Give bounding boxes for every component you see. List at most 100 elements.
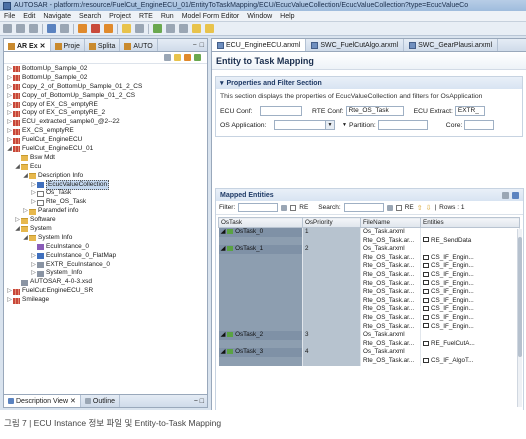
tree-item[interactable]: EcuInstance_0: [4, 243, 207, 252]
pencil-icon[interactable]: [122, 24, 131, 33]
column-header-ospriority[interactable]: OsPriority: [302, 217, 361, 228]
expand-arrow-icon[interactable]: ▷: [6, 83, 13, 92]
next-annotation-icon[interactable]: [166, 24, 175, 33]
refresh-icon[interactable]: [502, 191, 509, 199]
expand-arrow-icon[interactable]: ▷: [30, 198, 37, 207]
table-row[interactable]: Rte_OS_Task.ar... CS_IF_Engin...: [218, 296, 520, 306]
tree-item[interactable]: ▷ Paramdef info: [4, 207, 207, 216]
forward-icon[interactable]: [205, 24, 214, 33]
expand-arrow-icon[interactable]: ▷: [6, 287, 13, 296]
table-row[interactable]: Rte_OS_Task.ar... RE_SendData: [218, 236, 520, 246]
collapse-arrow-icon[interactable]: ◢: [22, 172, 29, 181]
tree-item[interactable]: ▷ FuelCut:EngineECU_SR: [4, 287, 207, 296]
expand-arrow-icon[interactable]: ▷: [22, 207, 29, 216]
collapse-arrow-icon[interactable]: ◢: [22, 234, 29, 243]
view-menu-icon[interactable]: [194, 54, 201, 61]
editor-tab-0[interactable]: ECU_EngineECU.arxml: [212, 39, 307, 51]
minimize-icon[interactable]: −: [193, 42, 197, 49]
tab-autosar[interactable]: AUTO: [120, 39, 158, 51]
ecu-extract-field[interactable]: EXTR_: [454, 106, 485, 116]
table-row[interactable]: Rte_OS_Task.ar... CS_IF_Engin...: [218, 253, 520, 263]
table-row[interactable]: ◢ OsTask_2 3 Os_Task.arxml: [218, 331, 520, 340]
expand-arrow-icon[interactable]: ▷: [6, 74, 13, 83]
collapse-arrow-icon[interactable]: ◢: [221, 348, 228, 355]
build-icon[interactable]: [47, 24, 56, 33]
tree-item[interactable]: ◢ Ecu: [4, 163, 207, 172]
tree-item[interactable]: ▷ BottomUp_Sample_02: [4, 65, 207, 74]
editor-tab-1[interactable]: SWC_FuelCutAlgo.arxml: [306, 39, 405, 51]
table-row[interactable]: Rte_OS_Task.ar... CS_IF_Engin...: [218, 305, 520, 314]
rte-conf-field[interactable]: Rte_OS_Task: [345, 106, 404, 116]
expand-arrow-icon[interactable]: ▷: [30, 261, 37, 270]
partition-field[interactable]: [377, 120, 428, 130]
menu-edit[interactable]: Edit: [23, 13, 35, 20]
collapse-arrow-icon[interactable]: ◢: [14, 163, 21, 172]
close-icon[interactable]: ✕: [40, 42, 46, 50]
chevron-down-icon[interactable]: ▼: [325, 121, 334, 129]
menu-navigate[interactable]: Navigate: [43, 13, 71, 20]
search-options-icon[interactable]: [386, 204, 393, 211]
chevron-down-icon[interactable]: ▼: [342, 122, 347, 128]
tree-item[interactable]: ▷ Copy of EX_CS_emptyRE_2: [4, 109, 207, 118]
filter-input[interactable]: [238, 203, 279, 212]
debug-icon[interactable]: [104, 24, 113, 33]
menu-run[interactable]: Run: [161, 13, 174, 20]
collapse-arrow-icon[interactable]: ◢: [221, 228, 228, 235]
tree-item[interactable]: ▷ Copy_2_of_BottomUp_Sample_01_2_CS: [4, 83, 207, 92]
tree-item[interactable]: ▷ Copy_of_BottomUp_Sample_01_2_CS: [4, 92, 207, 101]
tree-item[interactable]: ▷ FuelCut_EngineECU: [4, 136, 207, 145]
tree-item[interactable]: ▷ BottomUp_Sample_02: [4, 74, 207, 83]
collapse-arrow-icon[interactable]: ◢: [14, 225, 21, 234]
tree-item[interactable]: ▷ Rte_OS_Task: [4, 198, 207, 207]
tree-item[interactable]: ◢ System: [4, 225, 207, 234]
table-row[interactable]: Rte_OS_Task.ar... CS_IF_Engin...: [218, 313, 520, 323]
editor-tab-2[interactable]: SWC_GearPlausi.arxml: [404, 39, 499, 51]
table-row[interactable]: ◢ OsTask_0 1 Os_Task.arxml: [218, 227, 520, 237]
maximize-icon[interactable]: □: [200, 42, 204, 49]
expand-arrow-icon[interactable]: ▷: [6, 136, 13, 145]
scrollbar-thumb[interactable]: [518, 237, 522, 357]
search-input[interactable]: [343, 203, 384, 212]
tree-item[interactable]: ▷ EcucValueCollection: [4, 179, 207, 191]
menu-search[interactable]: Search: [79, 13, 101, 20]
tab-outline[interactable]: Outline: [81, 395, 121, 407]
collapse-arrow-icon[interactable]: ◢: [221, 331, 228, 338]
tree-item[interactable]: ◢ System Info: [4, 234, 207, 243]
ecu-conf-field[interactable]: [260, 106, 302, 116]
expand-arrow-icon[interactable]: ▷: [6, 65, 13, 74]
save-icon[interactable]: [16, 24, 25, 33]
tree-item[interactable]: ▷ System_Info: [4, 269, 207, 278]
task-icon[interactable]: [78, 24, 87, 33]
expand-arrow-icon[interactable]: ▷: [30, 181, 37, 190]
menu-file[interactable]: File: [4, 13, 15, 20]
table-row[interactable]: ◢ OsTask_1 2 Os_Task.arxml: [218, 245, 520, 254]
expand-arrow-icon[interactable]: ▷: [6, 118, 13, 127]
dropdown-icon[interactable]: [135, 24, 144, 33]
annotation-icon[interactable]: [153, 24, 162, 33]
re-checkbox[interactable]: [395, 204, 402, 211]
tree-item[interactable]: ◢ FuelCut_EngineECU_01: [4, 145, 207, 154]
maximize-icon[interactable]: □: [200, 398, 204, 405]
tree-item[interactable]: ▷ Copy of EX_CS_emptyRE: [4, 101, 207, 110]
menu-model-form-editor[interactable]: Model Form Editor: [182, 13, 240, 20]
tab-ar-explorer[interactable]: AR Ex ✕: [4, 39, 51, 51]
filter-icon[interactable]: [184, 54, 191, 61]
expand-arrow-icon[interactable]: ▷: [6, 127, 13, 136]
previous-annotation-icon[interactable]: [179, 24, 188, 33]
export-icon[interactable]: [512, 191, 519, 199]
column-header-filename[interactable]: FileName: [360, 217, 421, 228]
os-application-combo[interactable]: ▼: [274, 120, 335, 130]
tab-project[interactable]: Proje: [51, 39, 85, 51]
tree-item[interactable]: ▷ EcuInstance_0_FlatMap: [4, 252, 207, 261]
search-icon[interactable]: [60, 24, 69, 33]
close-icon[interactable]: ✕: [70, 397, 76, 405]
menu-project[interactable]: Project: [109, 13, 131, 20]
expand-arrow-icon[interactable]: ▷: [30, 189, 37, 198]
new-icon[interactable]: [3, 24, 12, 33]
column-header-ostask[interactable]: OsTask: [218, 217, 303, 228]
expand-arrow-icon[interactable]: ▷: [14, 216, 21, 225]
link-editor-icon[interactable]: [174, 54, 181, 61]
table-row[interactable]: Rte_OS_Task.ar... CS_IF_AlgoT...: [218, 356, 520, 366]
collapse-triangle-icon[interactable]: ▾: [220, 79, 224, 87]
expand-arrow-icon[interactable]: ▷: [30, 269, 37, 278]
